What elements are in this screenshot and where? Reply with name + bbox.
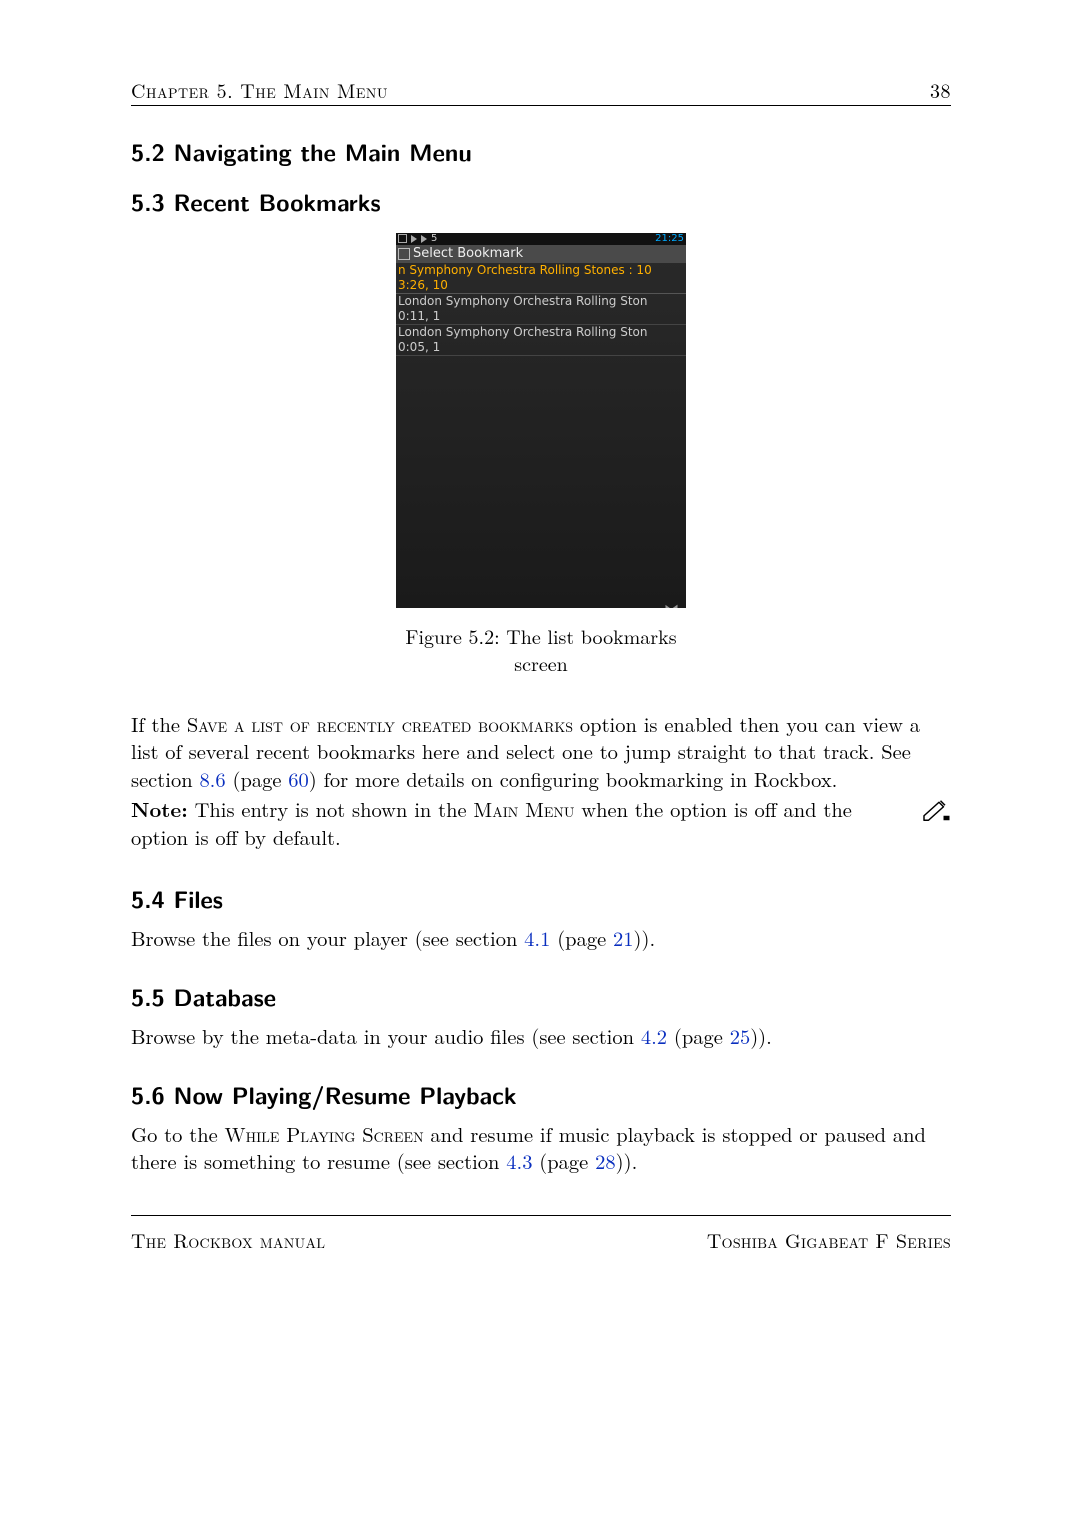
main-menu-name: Main Menu bbox=[473, 794, 574, 823]
link-section-8-6[interactable]: 8.6 bbox=[199, 764, 225, 793]
option-name: Save a list of recently created bookmark… bbox=[187, 709, 573, 738]
wps-name: While Playing Screen bbox=[225, 1119, 424, 1148]
status-bar: 5 21:25 bbox=[396, 233, 686, 245]
title-bar: Select Bookmark bbox=[396, 245, 686, 263]
link-section-4-2[interactable]: 4.2 bbox=[641, 1021, 667, 1050]
note-label: Note: bbox=[131, 795, 188, 824]
section-5-4-heading: 5.4 Files bbox=[131, 883, 951, 915]
status-time: 21:25 bbox=[655, 233, 684, 245]
link-page-21[interactable]: 21 bbox=[613, 923, 634, 952]
database-paragraph: Browse by the meta-data in your audio fi… bbox=[131, 1022, 951, 1050]
bookmark-item-line2: 0:11, 1 bbox=[396, 309, 686, 325]
figure-caption: Figure 5.2: The list bookmarks screen bbox=[396, 622, 686, 676]
pen-note-icon bbox=[921, 797, 951, 827]
play-icon bbox=[421, 235, 427, 243]
bookmark-item-line2: 0:05, 1 bbox=[396, 340, 686, 356]
page-footer: The Rockbox manual Toshiba Gigabeat F Se… bbox=[131, 1215, 951, 1253]
note-row: Note: This entry is not shown in the Mai… bbox=[131, 795, 951, 853]
section-5-5-heading: 5.5 Database bbox=[131, 981, 951, 1013]
footer-rule bbox=[131, 1215, 951, 1216]
link-section-4-3[interactable]: 4.3 bbox=[506, 1146, 532, 1175]
section-5-3-heading: 5.3 Recent Bookmarks bbox=[131, 186, 951, 218]
link-section-4-1[interactable]: 4.1 bbox=[524, 923, 550, 952]
status-play-label: 5 bbox=[431, 233, 437, 245]
rockbox-logo: ROCKbox bbox=[657, 606, 685, 608]
now-playing-paragraph: Go to the While Playing Screen and resum… bbox=[131, 1120, 951, 1175]
section-5-2-heading: 5.2 Navigating the Main Menu bbox=[131, 136, 951, 168]
bookmark-item-selected-line1: n Symphony Orchestra Rolling Stones : 10 bbox=[396, 263, 686, 278]
recent-bookmarks-paragraph: If the Save a list of recently created b… bbox=[131, 710, 951, 793]
link-page-60[interactable]: 60 bbox=[288, 764, 309, 793]
header-rule bbox=[131, 105, 951, 106]
chapter-label: Chapter 5. The Main Menu bbox=[131, 76, 388, 103]
files-paragraph: Browse the files on your player (see sec… bbox=[131, 924, 951, 952]
bookmark-item-selected-line2: 3:26, 10 bbox=[396, 278, 686, 294]
link-page-25[interactable]: 25 bbox=[730, 1021, 751, 1050]
footer-right: Toshiba Gigabeat F Series bbox=[707, 1226, 951, 1253]
device-screenshot: 5 21:25 Select Bookmark n Symphony Orche… bbox=[396, 233, 686, 608]
bookmark-item-line1: London Symphony Orchestra Rolling Ston bbox=[396, 325, 686, 340]
stop-icon bbox=[398, 234, 407, 243]
note-paragraph: Note: This entry is not shown in the Mai… bbox=[131, 795, 907, 851]
section-5-6-heading: 5.6 Now Playing/Resume Playback bbox=[131, 1079, 951, 1111]
titlebar-text: Select Bookmark bbox=[413, 246, 523, 262]
footer-left: The Rockbox manual bbox=[131, 1226, 325, 1253]
figure-5-2: 5 21:25 Select Bookmark n Symphony Orche… bbox=[396, 233, 686, 676]
titlebar-icon bbox=[398, 248, 410, 260]
link-page-28[interactable]: 28 bbox=[595, 1146, 616, 1175]
page-number: 38 bbox=[930, 76, 951, 103]
page-header: Chapter 5. The Main Menu 38 bbox=[131, 76, 951, 103]
speaker-icon bbox=[411, 235, 417, 243]
bookmark-item-line1: London Symphony Orchestra Rolling Ston bbox=[396, 294, 686, 309]
